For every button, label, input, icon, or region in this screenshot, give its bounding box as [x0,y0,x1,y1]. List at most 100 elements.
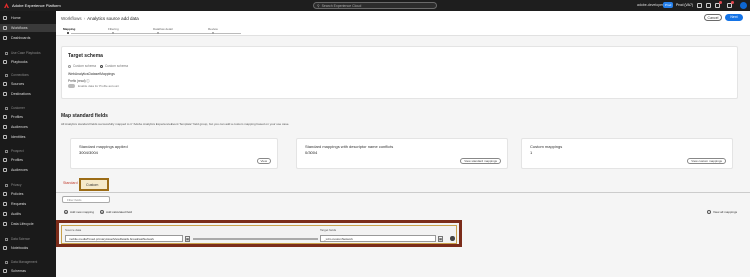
schema-icon [3,269,7,273]
page-title: Analytics source add data [87,16,139,21]
add-circle-icon: + [100,210,104,214]
sidebar-item-data-lifecycle[interactable]: Data Lifecycle [0,220,56,228]
mapping-arrow [193,238,318,240]
radio-existing-schema[interactable]: Custom schema [68,64,96,68]
remove-mapping-icon[interactable] [450,236,455,241]
profile-icon [3,158,7,162]
adobe-logo-icon[interactable] [4,3,9,8]
step-dataflow-detail[interactable]: Dataflow detail [153,27,173,34]
sidebar-item-prospect-profiles[interactable]: Profiles [0,156,56,164]
sidebar-item-schemas[interactable]: Schemas [0,267,56,275]
tab-divider [56,192,750,193]
add-calculated-field-button[interactable]: + Add calculated field [100,210,132,214]
profile-icon [3,115,7,119]
target-schema-title: Target schema [68,53,103,59]
destinations-icon [3,92,7,96]
sidebar-section-data-science: Data Science [5,237,30,241]
filter-fields-input[interactable]: Filter fields [62,196,110,203]
next-button[interactable]: Next [725,14,743,21]
help-icon[interactable] [706,3,711,8]
view-all-mappings-button[interactable]: View all mappings [707,210,737,214]
view-standard-mappings-button[interactable]: View standard mappings [460,158,501,164]
sandbox-name[interactable]: Prod (VA7) [676,3,693,7]
target-schema-picker-icon[interactable]: ▦ [438,235,443,242]
notebook-icon [3,246,7,250]
policy-icon [3,192,7,196]
sidebar-item-playbooks[interactable]: Playbooks [0,58,56,66]
sidebar-item-audiences[interactable]: Audiences [0,123,56,131]
tab-custom[interactable]: Custom [79,178,109,191]
sidebar: Home Workflows Dashboards Use Case Playb… [0,11,56,277]
sidebar-section-prospect: Prospect [5,149,24,153]
sidebar-section-data-management: Data Management [5,260,37,264]
stat-card-standard-applied: Standard mappings applied 3004/3004 View [70,138,278,169]
sidebar-item-profiles[interactable]: Profiles [0,113,56,121]
audit-icon [3,212,7,216]
profile-toggle[interactable]: Enable data for Profile account [68,84,119,88]
notification-badge [719,1,722,4]
sidebar-item-destinations[interactable]: Destinations [0,90,56,98]
tab-standard[interactable]: Standard [63,181,78,185]
search-input[interactable]: ⚲ Search Experience Cloud [313,2,437,9]
view-custom-mappings-button[interactable]: View custom mappings [687,158,726,164]
sidebar-item-notebooks[interactable]: Notebooks [0,244,56,252]
sidebar-item-sources[interactable]: Sources [0,80,56,88]
identity-icon [3,135,7,139]
grid-apps-icon[interactable] [697,3,702,8]
sidebar-item-dashboards[interactable]: Dashboards [0,34,56,42]
sandbox-badge[interactable]: Prod [663,2,674,8]
sidebar-item-requests[interactable]: Requests [0,200,56,208]
sidebar-item-home[interactable]: Home [0,14,56,22]
target-field-input[interactable]: _xdm.customNetwork [320,235,436,242]
stat-card-custom-mappings: Custom mappings 1 View custom mappings [521,138,733,169]
avatar[interactable] [740,2,747,9]
request-icon [3,202,7,206]
view-button[interactable]: View [256,158,271,164]
step-indicator: Mapping Filtering Dataflow detail Review [62,27,252,35]
cancel-button[interactable]: Cancel [704,14,722,21]
audience-icon [3,168,7,172]
stat-card-descriptor-conflicts: Standard mappings with descriptor name c… [296,138,508,169]
map-standard-title: Map standard fields [61,113,108,119]
step-filtering[interactable]: Filtering [108,27,119,34]
audience-icon [3,125,7,129]
source-data-label: Source data [65,228,82,232]
bell-badge [731,1,734,4]
sidebar-item-audits[interactable]: Audits [0,210,56,218]
chevron-right-icon: › [83,16,86,21]
sidebar-section-use-case-playbooks: Use Case Playbooks [5,51,41,55]
add-circle-icon: + [64,210,68,214]
search-icon: ⚲ [317,3,320,8]
step-track [71,33,241,34]
sidebar-section-connections: Connections [5,73,29,77]
sidebar-item-identities[interactable]: Identities [0,133,56,141]
sidebar-item-workflows[interactable]: Workflows [0,24,56,32]
mapping-row-inner: Source data mobile.mediaTimed.primaryAss… [61,225,457,244]
workflow-icon [3,26,7,30]
radio-custom-schema[interactable]: Custom schema [100,64,128,68]
sidebar-item-policies[interactable]: Policies [0,190,56,198]
source-field-input[interactable]: mobile.mediaTimed.primaryAssetViewDetail… [65,235,183,242]
sidebar-item-prospect-audiences[interactable]: Audiences [0,166,56,174]
org-name[interactable]: adobe-developer [637,3,663,7]
home-icon [3,16,7,20]
step-mapping[interactable]: Mapping [63,27,75,34]
eye-icon [707,210,711,214]
step-review[interactable]: Review [208,27,218,34]
schema-name: WebAnalyticsDatasetMappings [68,72,115,76]
dashboard-icon [3,36,7,40]
lifecycle-icon [3,222,7,226]
target-fields-label: Target fields [320,228,337,232]
breadcrumb-workflows[interactable]: Workflows [61,16,82,21]
sidebar-section-privacy: Privacy [5,183,21,187]
playbook-icon [3,60,7,64]
custom-mapping-row: Source data mobile.mediaTimed.primaryAss… [56,220,462,247]
toggle-switch[interactable] [68,84,75,88]
source-schema-picker-icon[interactable]: ▦ [185,235,190,242]
search-placeholder: Search Experience Cloud [321,3,362,8]
sources-icon [3,82,7,86]
add-mapping-button[interactable]: + Add new mapping [64,210,94,214]
prefix-label: Prefix (read) ⓘ [68,79,90,83]
app-title: Adobe Experience Platform [12,3,61,8]
target-schema-card: Target schema Custom schema Custom schem… [61,46,738,99]
